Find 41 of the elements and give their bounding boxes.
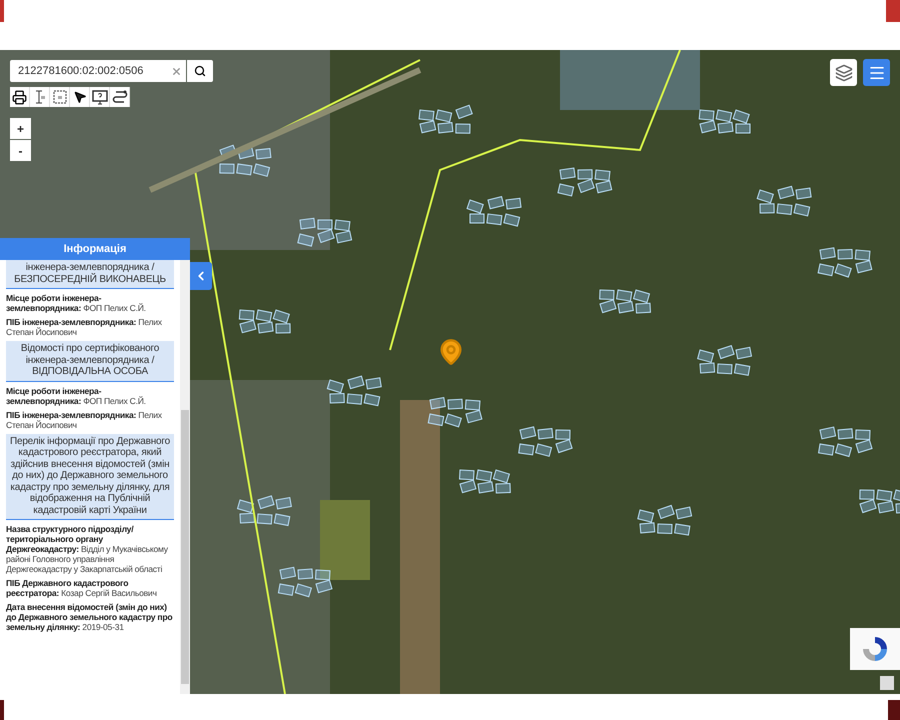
layers-button[interactable] bbox=[830, 59, 857, 86]
close-icon bbox=[171, 66, 182, 76]
info-field: Назва структурного підрозділу/ територіального органу Держгеокадастру: Відділ у Мукачівському районі Головного управління Держгеокадастру у Закарпатській області bbox=[6, 524, 174, 574]
info-monitor-button[interactable] bbox=[90, 87, 110, 107]
zoom-in-button[interactable]: + bbox=[10, 118, 31, 139]
section-heading: Відомості про сертифікованого інженера-землевпорядника / ВІДПОВІДАЛЬНА ОСОБА bbox=[6, 341, 174, 382]
scrollbar[interactable] bbox=[180, 260, 190, 694]
info-field: ПІБ Державного кадастрового реєстратора: Козар Сергій Васильович bbox=[6, 578, 174, 598]
info-field: Місце роботи інженера-землевпорядника: ФОП Пелих С.Й. bbox=[6, 386, 174, 406]
layers-icon bbox=[834, 64, 852, 82]
collapse-panel-button[interactable] bbox=[190, 262, 212, 290]
info-field: ПІБ інженера-землевпорядника: Пелих Степан Йосипович bbox=[6, 410, 174, 430]
search-input[interactable]: 2122781600:02:002:0506 bbox=[10, 65, 167, 77]
pointer-button[interactable] bbox=[70, 87, 90, 107]
edge-bar bbox=[886, 0, 900, 22]
search-field[interactable]: 2122781600:02:002:0506 bbox=[10, 60, 186, 82]
cursor-icon bbox=[72, 90, 86, 104]
recaptcha-badge[interactable] bbox=[850, 628, 900, 670]
search-button[interactable] bbox=[187, 60, 213, 82]
section-heading: Перелік інформації про Державного кадастрового реєстратора, який здійснив внесення відомостей (змін до них) до Державного земельного кадастру про земельну ділянку, для відображення на Публічній кадастровій карті України bbox=[6, 434, 174, 520]
info-field: Дата внесення відомостей (змін до них) до Державного земельного кадастру про земельну ділянку: 2019-05-31 bbox=[6, 602, 174, 632]
area-icon bbox=[52, 89, 68, 105]
section-heading: інженера-землевпорядника / БЕЗПОСЕРЕДНІЙ ВИКОНАВЕЦЬ bbox=[6, 260, 174, 289]
menu-button[interactable] bbox=[863, 59, 890, 86]
zoom-out-button[interactable]: - bbox=[10, 140, 31, 161]
recaptcha-icon bbox=[860, 634, 890, 664]
printer-icon bbox=[12, 90, 27, 104]
edge-bar bbox=[0, 0, 4, 22]
print-button[interactable] bbox=[10, 87, 30, 107]
info-field: Місце роботи інженера-землевпорядника: ФОП Пелих С.Й. bbox=[6, 293, 174, 313]
route-button[interactable] bbox=[110, 87, 130, 107]
measure-area-button[interactable] bbox=[50, 87, 70, 107]
parcel-outlines[interactable] bbox=[219, 104, 900, 598]
info-field: ПІБ інженера-землевпорядника: Пелих Степан Йосипович bbox=[6, 317, 174, 337]
search-icon bbox=[194, 65, 206, 77]
measure-length-button[interactable] bbox=[30, 87, 50, 107]
edge-bar bbox=[0, 700, 4, 720]
panel-title: Інформація bbox=[0, 238, 190, 260]
edge-bar bbox=[888, 700, 900, 720]
route-icon bbox=[112, 89, 128, 105]
monitor-question-icon bbox=[92, 89, 108, 105]
